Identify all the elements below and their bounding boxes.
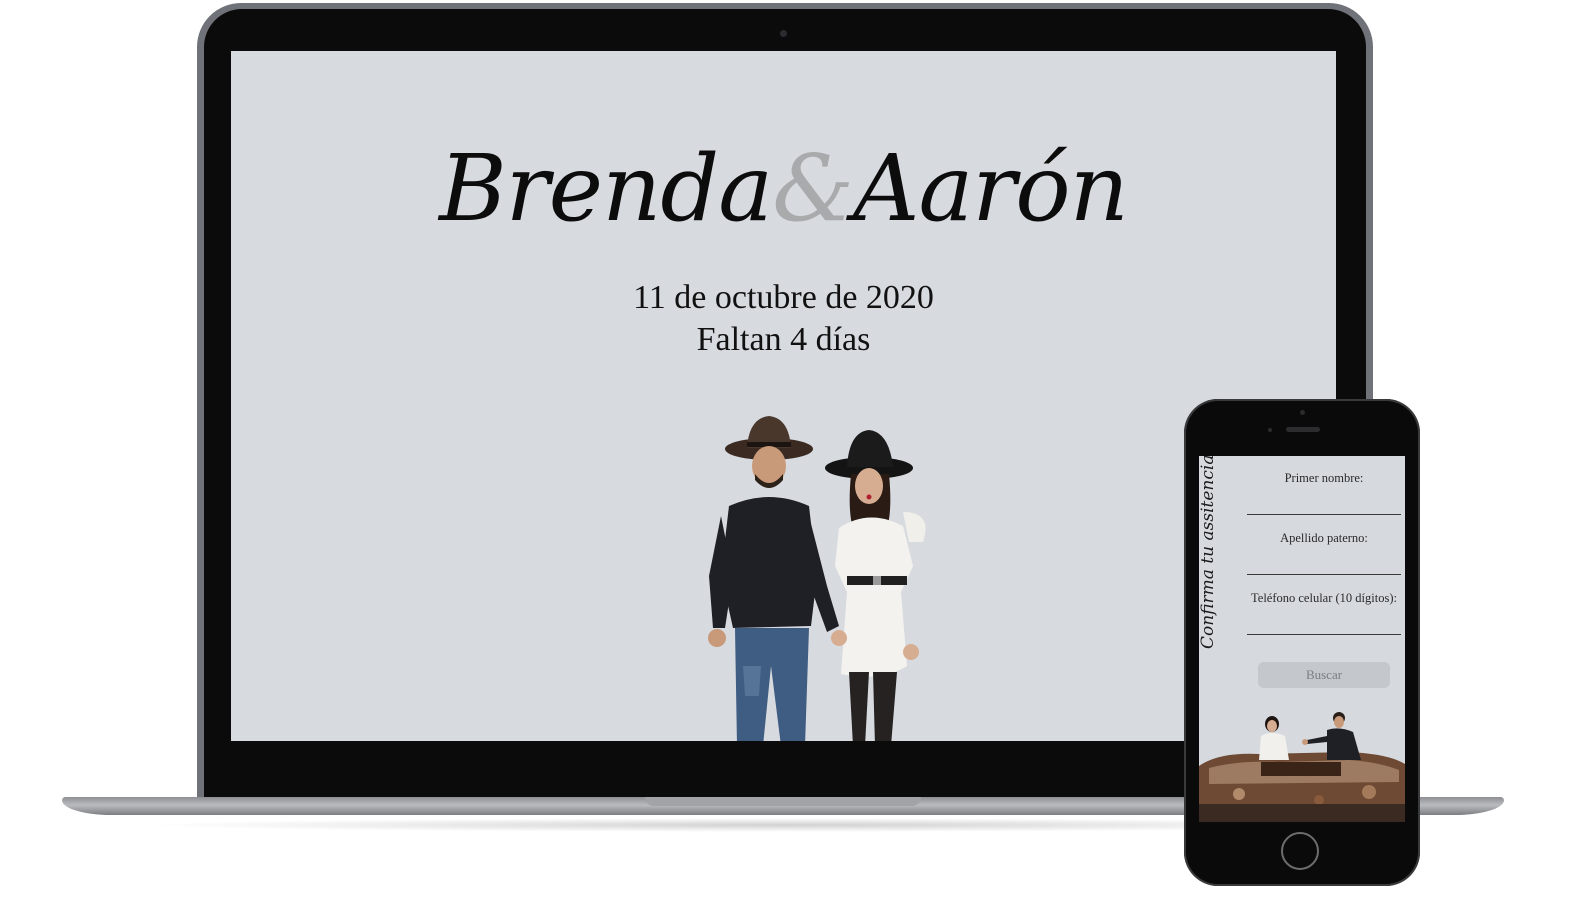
couple-photo	[708, 416, 926, 741]
paternal-surname-input[interactable]	[1247, 574, 1401, 575]
bride-name: Brenda	[439, 135, 773, 242]
laptop-hinge-notch	[645, 797, 921, 806]
ampersand: &	[772, 135, 854, 242]
phone-sensor-dot	[1268, 428, 1272, 432]
search-button[interactable]: Buscar	[1258, 662, 1390, 688]
phone-speaker	[1286, 427, 1320, 432]
phone-home-button[interactable]	[1281, 832, 1319, 870]
phone-number-label: Teléfono celular (10 dígitos):	[1251, 591, 1397, 605]
phone-screen: Confirma tu assitencia Primer nombre: Ap…	[1199, 456, 1405, 822]
countdown-text: Faltan 4 días	[696, 321, 871, 358]
couple-car-photo	[1199, 704, 1405, 822]
wedding-date: 11 de octubre de 2020	[633, 279, 934, 316]
laptop-screen: Brenda&Aarón 11 de octubre de 2020 Falta…	[231, 51, 1336, 741]
laptop-camera	[780, 30, 787, 37]
first-name-label: Primer nombre:	[1284, 471, 1364, 485]
rsvp-title: Confirma tu assitencia	[1199, 456, 1218, 649]
groom-name: Aarón	[853, 135, 1129, 242]
first-name-input[interactable]	[1247, 514, 1401, 515]
paternal-surname-label: Apellido paterno:	[1280, 531, 1368, 545]
phone-camera-dot	[1300, 410, 1305, 415]
phone-number-input[interactable]	[1247, 634, 1401, 635]
couple-names-heading: Brenda&Aarón	[231, 139, 1336, 239]
